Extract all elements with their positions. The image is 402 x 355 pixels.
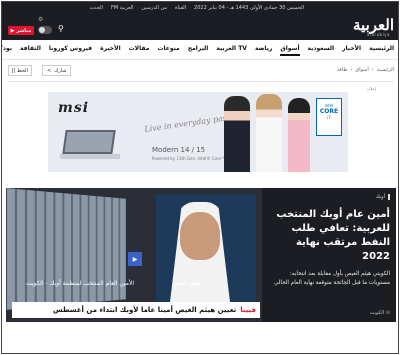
live-button[interactable]: ▶ مباشر bbox=[8, 26, 34, 35]
main-nav: الرئيسية الأخبار السعودية أسواق رياضة ال… bbox=[2, 40, 398, 60]
utility-link-fm[interactable]: العربية FM bbox=[111, 5, 133, 14]
ad-model: Modern 14 / 15 bbox=[152, 146, 206, 154]
person-name-caption: هيثم الغيص bbox=[172, 280, 201, 287]
ticker-headline: تعيين هيثم الغيص أمينا عاما لأوبك ابتداء… bbox=[52, 306, 237, 314]
top-header: الخميس 30 جمادى الأولى 1443 هـ - 04 يناي… bbox=[2, 2, 398, 40]
ad-model-person bbox=[256, 94, 282, 172]
utility-link-lessons[interactable]: من الدرسين bbox=[141, 5, 167, 14]
breadcrumb-row: الرئيسية › أسواق › طاقة < شارك ǀǀ الخط bbox=[2, 64, 398, 78]
nav-item-variety[interactable]: منوعات bbox=[157, 45, 179, 56]
share-button[interactable]: < شارك bbox=[42, 65, 72, 76]
nav-item-programs[interactable]: البرامج bbox=[188, 45, 209, 56]
site-logo-subtitle: alarabiya bbox=[366, 32, 390, 37]
theme-toggle[interactable] bbox=[38, 26, 52, 34]
hero-image[interactable]: الأمين العام المنتخب لمنظمة أوبك - الكوي… bbox=[6, 188, 262, 322]
hero-story[interactable]: الأمين العام المنتخب لمنظمة أوبك - الكوي… bbox=[6, 188, 396, 322]
font-size-button[interactable]: ǀǀ الخط bbox=[8, 65, 32, 76]
story-tag[interactable]: أوبك bbox=[270, 194, 390, 200]
nav-item-corona[interactable]: فيروس كورونا bbox=[49, 45, 92, 56]
intel-badge: intel CORE i7 bbox=[316, 98, 342, 136]
ad-label: إعلان bbox=[367, 86, 376, 91]
location-pin-icon: ⊙ bbox=[384, 310, 390, 316]
utility-links: الخميس 30 جمادى الأولى 1443 هـ - 04 يناي… bbox=[89, 5, 304, 14]
building-image bbox=[6, 188, 126, 310]
breadcrumb-home[interactable]: الرئيسية bbox=[377, 67, 394, 73]
hero-text-panel: أوبك أمين عام أوبك المنتخب للعربية: تعاف… bbox=[264, 188, 396, 322]
date-text: الخميس 30 جمادى الأولى 1443 هـ - 04 يناي… bbox=[194, 5, 304, 11]
video-play-button[interactable]: ▶ bbox=[128, 252, 142, 266]
nav-item-markets[interactable]: أسواق bbox=[280, 45, 300, 56]
font-size-icon: ǀǀ bbox=[12, 67, 15, 74]
nav-item-sports[interactable]: رياضة bbox=[255, 45, 272, 56]
breadcrumb: الرئيسية › أسواق › طاقة bbox=[337, 67, 394, 73]
nav-item-articles[interactable]: مقالات bbox=[129, 45, 150, 56]
share-icon: < bbox=[47, 67, 52, 74]
nav-item-tv[interactable]: العربية TV bbox=[216, 45, 247, 56]
ticker-location: فيينا bbox=[236, 306, 260, 314]
utility-link-alhadath[interactable]: الحدث bbox=[89, 5, 102, 14]
divider bbox=[8, 81, 394, 82]
utility-link-channel[interactable]: القناة bbox=[175, 5, 186, 14]
breadcrumb-separator: › bbox=[350, 67, 353, 73]
story-summary: الكويتي هيثم الغيص بأول مقابلة بعد انتخا… bbox=[274, 271, 390, 286]
nav-item-latest[interactable]: الأخيرة bbox=[100, 45, 121, 56]
search-icon[interactable]: ⚲ bbox=[58, 24, 68, 34]
nav-item-saudi[interactable]: السعودية bbox=[308, 45, 335, 56]
page-bottom bbox=[2, 326, 398, 353]
font-size-label: الخط bbox=[16, 67, 28, 74]
breadcrumb-energy[interactable]: طاقة bbox=[337, 67, 348, 73]
msi-logo: msi bbox=[58, 100, 90, 116]
play-icon: ▶ bbox=[132, 255, 138, 263]
nav-item-news[interactable]: الأخبار bbox=[342, 45, 361, 56]
nav-item-home[interactable]: الرئيسية bbox=[369, 45, 394, 56]
ad-model-person bbox=[224, 96, 250, 172]
person-photo bbox=[156, 194, 256, 304]
live-label: مباشر bbox=[16, 27, 32, 34]
nav-item-podcast[interactable]: بودكاست bbox=[2, 45, 12, 56]
gear-icon[interactable]: ⚙ bbox=[38, 16, 43, 23]
nav-item-culture[interactable]: الثقافة bbox=[20, 45, 41, 56]
advertisement-banner[interactable]: msi Live in everyday passion Modern 14 /… bbox=[48, 92, 348, 172]
breadcrumb-separator: › bbox=[371, 67, 374, 73]
breadcrumb-markets[interactable]: أسواق bbox=[355, 67, 368, 73]
share-label: شارك bbox=[54, 67, 67, 74]
story-dateline: ⊙ الكويت bbox=[369, 310, 390, 316]
story-headline[interactable]: أمين عام أوبك المنتخب للعربية: تعافي طلب… bbox=[270, 208, 390, 264]
ad-model-person bbox=[288, 98, 310, 172]
laptop-image bbox=[60, 130, 120, 160]
image-caption: الأمين العام المنتخب لمنظمة أوبك - الكوي… bbox=[26, 280, 135, 287]
page-frame: الخميس 30 جمادى الأولى 1443 هـ - 04 يناي… bbox=[1, 1, 399, 354]
breaking-ticker[interactable]: فيينا تعيين هيثم الغيص أمينا عاما لأوبك … bbox=[12, 302, 260, 318]
